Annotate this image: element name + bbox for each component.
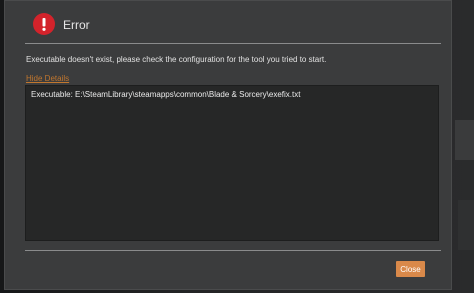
dialog-titlebar: Error: [5, 1, 451, 45]
background-window-edge: [455, 120, 474, 160]
close-button[interactable]: Close: [396, 261, 425, 277]
error-dialog: Error Executable doesn't exist, please c…: [4, 0, 452, 290]
error-exclamation-icon: [33, 13, 55, 35]
hide-details-link[interactable]: Hide Details: [26, 74, 69, 83]
details-text: Executable: E:\SteamLibrary\steamapps\co…: [31, 90, 301, 99]
details-textbox[interactable]: Executable: E:\SteamLibrary\steamapps\co…: [25, 85, 439, 241]
error-message: Executable doesn't exist, please check t…: [26, 55, 327, 64]
dialog-title: Error: [63, 18, 90, 32]
title-divider: [25, 43, 441, 44]
background-window-edge: [458, 200, 474, 250]
footer-divider: [25, 250, 441, 251]
